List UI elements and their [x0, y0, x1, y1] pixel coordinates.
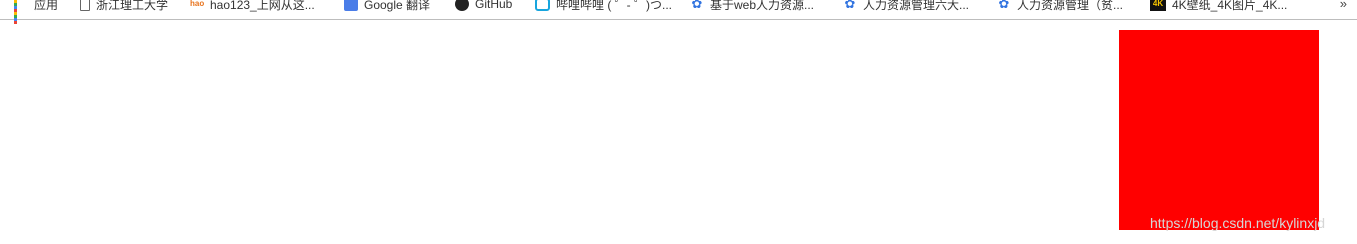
- bookmark-label: GitHub: [475, 0, 513, 11]
- bilibili-icon: [535, 0, 550, 11]
- red-box: [1119, 30, 1319, 230]
- bookmark-apps[interactable]: 应用: [14, 0, 59, 24]
- bookmark-hr-web[interactable]: ✿ 基于web人力资源...: [690, 0, 814, 14]
- bookmark-hr-manage[interactable]: ✿ 人力资源管理（贫...: [997, 0, 1123, 14]
- bookmark-label: Google 翻译: [364, 0, 431, 12]
- baidu-paw-icon: ✿: [998, 0, 1010, 11]
- bookmark-label: 哔哩哔哩 ( ゜- ゜)つ...: [556, 0, 672, 12]
- bookmark-github[interactable]: GitHub: [455, 0, 512, 14]
- bookmark-hr-six[interactable]: ✿ 人力资源管理六大...: [843, 0, 969, 14]
- google-translate-icon: [344, 0, 358, 11]
- bookmark-google-translate[interactable]: Google 翻译: [344, 0, 430, 14]
- bookmarks-overflow-button[interactable]: »: [1340, 0, 1347, 14]
- apps-grid-icon: [14, 0, 28, 24]
- bookmark-label: hao123_上网从这...: [210, 0, 315, 12]
- bookmarks-bar: 应用 浙江理工大学 hao hao123_上网从这... Google 翻译 G…: [0, 0, 1357, 24]
- bookmark-bilibili[interactable]: 哔哩哔哩 ( ゜- ゜)つ...: [535, 0, 672, 14]
- bookmark-label: 基于web人力资源...: [710, 0, 815, 12]
- bookmark-4k-wallpaper[interactable]: 4K 4K壁纸_4K图片_4K...: [1150, 0, 1287, 14]
- watermark: https://blog.csdn.net/kylinxjd: [1150, 215, 1326, 231]
- bookmark-label: 4K壁纸_4K图片_4K...: [1172, 0, 1288, 12]
- bookmark-zstu[interactable]: 浙江理工大学: [80, 0, 168, 14]
- bookmark-hao123[interactable]: hao hao123_上网从这...: [190, 0, 315, 14]
- baidu-paw-icon: ✿: [844, 0, 856, 11]
- hao123-icon: hao: [190, 0, 205, 8]
- bookmark-label: 人力资源管理六大...: [863, 0, 970, 12]
- github-icon: [455, 0, 469, 11]
- bookmark-label: 人力资源管理（贫...: [1017, 0, 1124, 12]
- 4k-icon: 4K: [1150, 0, 1166, 11]
- bookmark-label: 浙江理工大学: [96, 0, 169, 12]
- bookmark-label: 应用: [34, 0, 59, 12]
- baidu-paw-icon: ✿: [691, 0, 703, 11]
- page-icon: [80, 0, 90, 11]
